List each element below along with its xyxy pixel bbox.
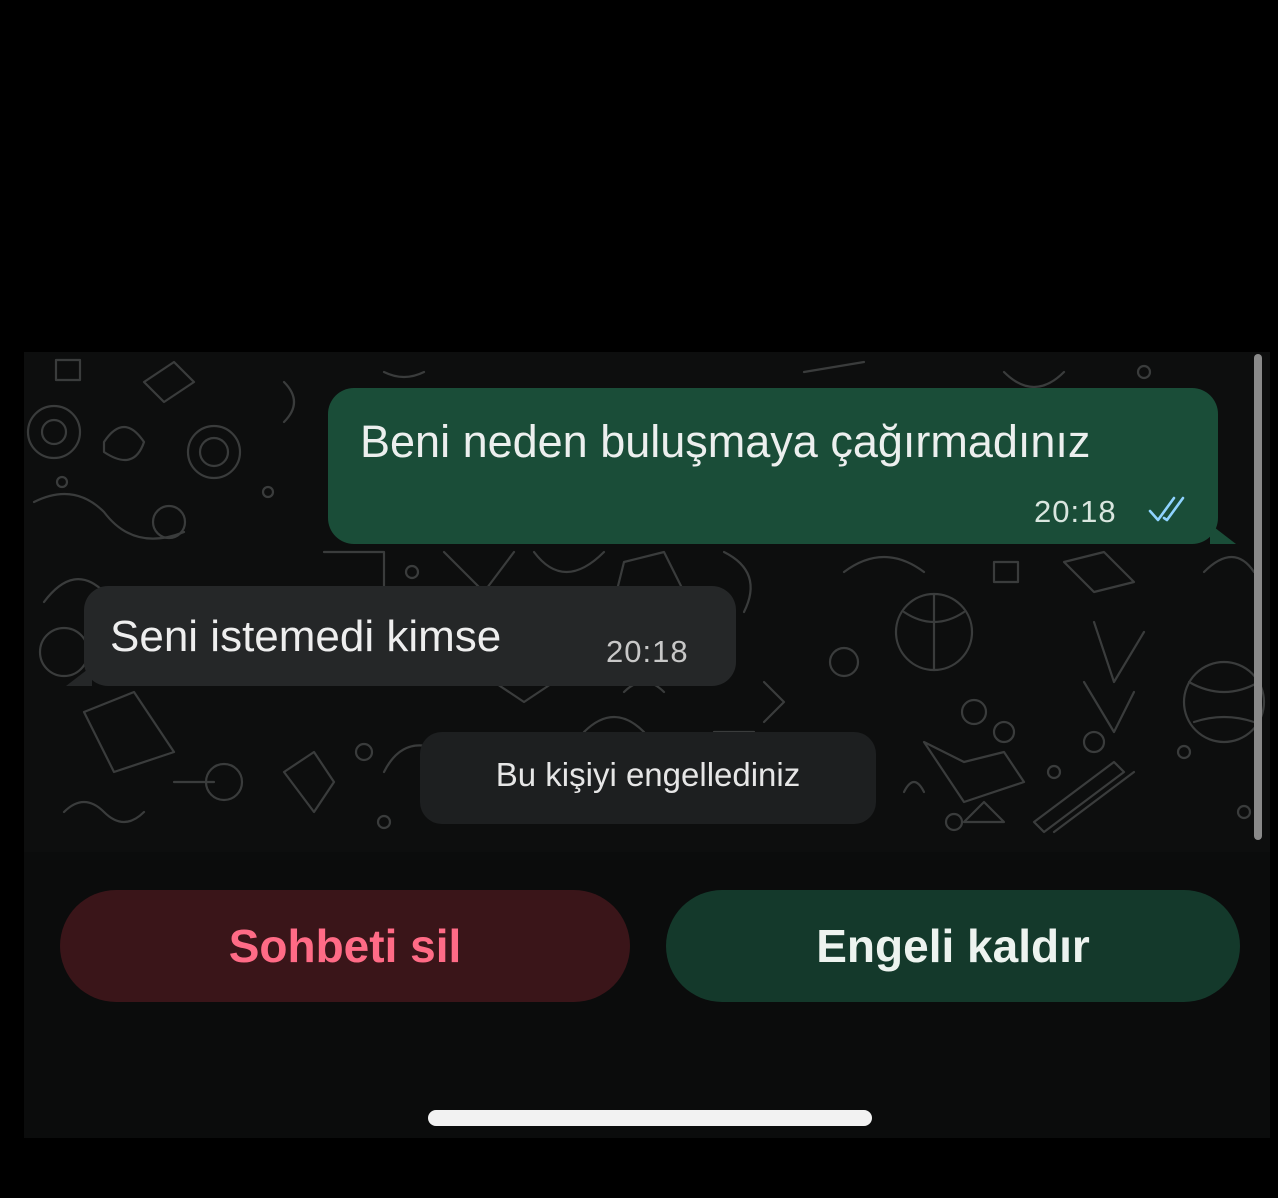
blocked-contact-notice: Bu kişiyi engellediniz: [420, 732, 876, 824]
chat-screen: Beni neden buluşmaya çağırmadınız 20:18 …: [24, 352, 1270, 1138]
blocked-contact-notice-text: Bu kişiyi engellediniz: [495, 756, 801, 793]
outgoing-message-time: 20:18: [1034, 494, 1117, 529]
scrollbar[interactable]: [1254, 354, 1262, 840]
chat-area[interactable]: Beni neden buluşmaya çağırmadınız 20:18 …: [24, 352, 1270, 852]
outgoing-message-text: Beni neden buluşmaya çağırmadınız: [360, 416, 1091, 467]
bubble-tail: [1210, 524, 1236, 544]
incoming-message-text: Seni istemedi kimse: [110, 612, 502, 661]
unblock-button[interactable]: Engeli kaldır: [666, 890, 1240, 1002]
incoming-message-bubble[interactable]: Seni istemedi kimse 20:18: [66, 586, 736, 686]
delete-chat-button[interactable]: Sohbeti sil: [60, 890, 630, 1002]
incoming-message-time: 20:18: [606, 634, 689, 669]
blocked-actions-bar: Sohbeti sil Engeli kaldır: [24, 852, 1270, 1138]
read-double-check-icon: [1148, 496, 1185, 522]
bubble-tail: [66, 666, 92, 686]
home-indicator[interactable]: [428, 1110, 872, 1126]
outgoing-message-bubble[interactable]: Beni neden buluşmaya çağırmadınız 20:18: [328, 388, 1236, 544]
